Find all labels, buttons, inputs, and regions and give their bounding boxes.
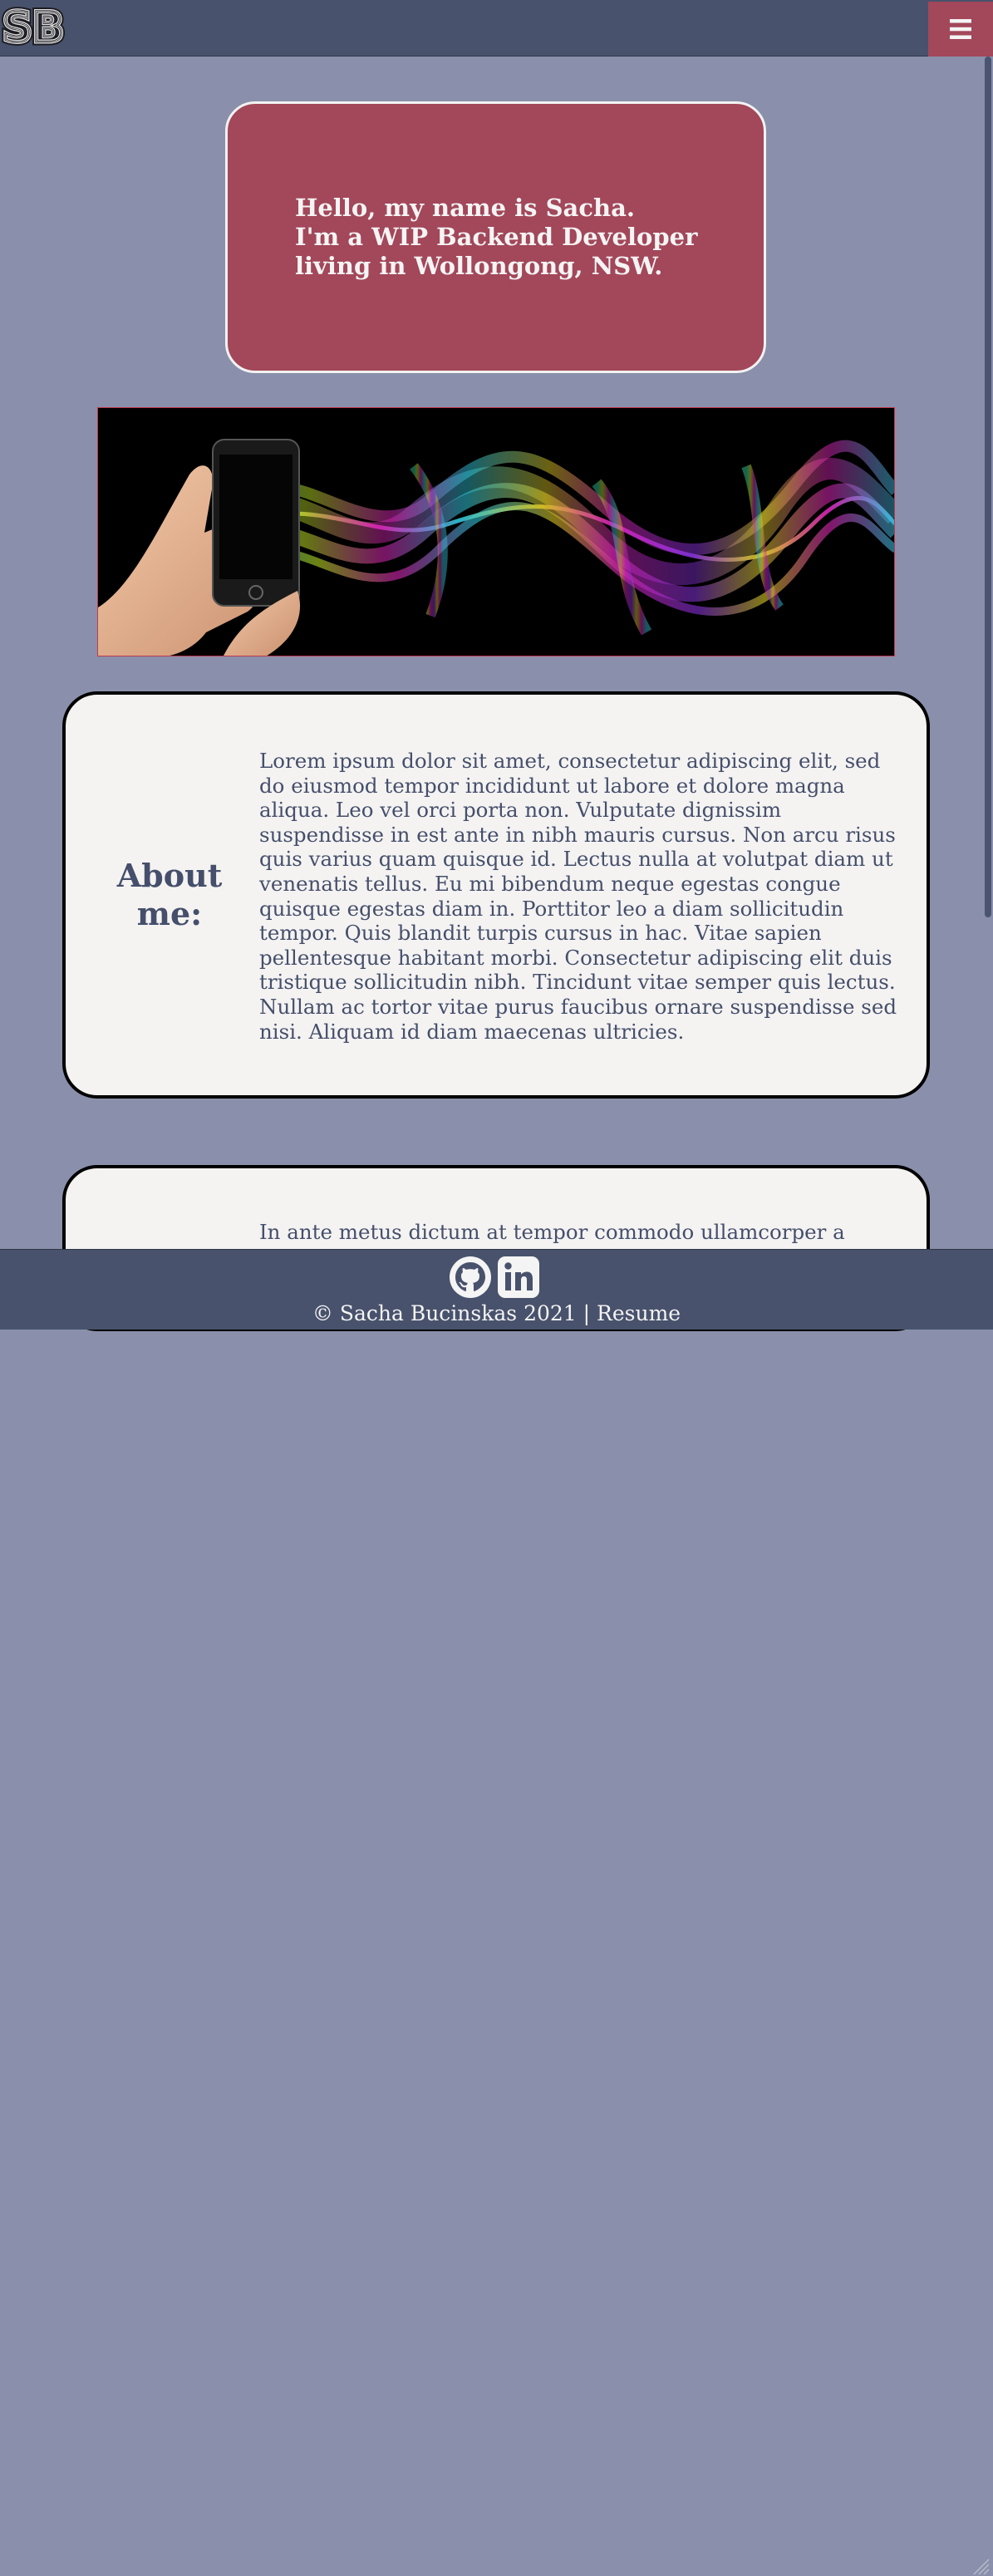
about-card: About me: Lorem ipsum dolor sit amet, co… (62, 691, 930, 1099)
intro-line-3: living in Wollongong, NSW. (295, 252, 663, 280)
social-links (449, 1256, 544, 1299)
resume-link[interactable]: Resume (597, 1301, 681, 1325)
copyright-text: © Sacha Bucinskas 2021 | (312, 1301, 591, 1325)
intro-line-1: Hello, my name is Sacha. (295, 194, 635, 222)
about-heading: About me: (116, 857, 223, 932)
intro-card: Hello, my name is Sacha. I'm a WIP Backe… (225, 101, 766, 373)
footer-copyright-line: © Sacha Bucinskas 2021 | Resume (0, 1301, 993, 1326)
logo-ring-inner: SB (2, 3, 64, 50)
intro-line-2: I'm a WIP Backend Developer (295, 223, 698, 251)
sb-logo[interactable]: SB SB SB SB (2, 3, 76, 50)
site-header: SB SB SB SB (0, 0, 993, 57)
about-text: Lorem ipsum dolor sit amet, consectetur … (259, 749, 897, 1044)
hero-banner-image (97, 407, 895, 656)
scrollbar-thumb[interactable] (985, 57, 991, 917)
page-scrollbar[interactable] (981, 57, 993, 1248)
menu-button[interactable] (928, 2, 993, 57)
intro-text: Hello, my name is Sacha. I'm a WIP Backe… (295, 194, 727, 281)
linkedin-icon[interactable] (497, 1256, 540, 1299)
site-footer: © Sacha Bucinskas 2021 | Resume (0, 1249, 993, 2575)
second-card-text: In ante metus dictum at tempor commodo u… (259, 1220, 845, 1244)
resize-grip-icon[interactable] (971, 2556, 991, 2576)
github-icon[interactable] (449, 1256, 492, 1299)
hand-holding-phone-with-rainbow-wave (98, 408, 894, 656)
hamburger-menu-icon (950, 19, 971, 39)
